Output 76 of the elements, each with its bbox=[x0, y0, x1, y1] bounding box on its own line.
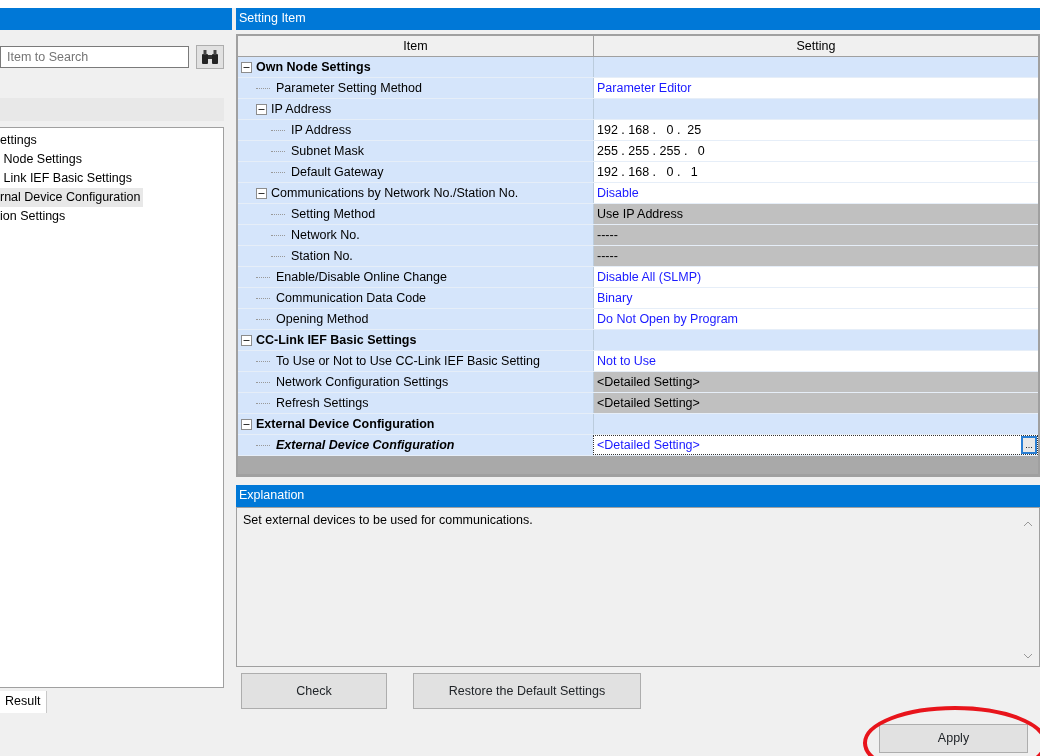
tree-item[interactable]: Node Settings bbox=[0, 150, 85, 169]
setting-value[interactable]: Binary bbox=[593, 288, 1038, 308]
apply-button[interactable]: Apply bbox=[879, 723, 1028, 753]
setting-value: <Detailed Setting> bbox=[593, 372, 1038, 392]
setting-row[interactable]: Network No. ----- bbox=[238, 225, 1038, 246]
item-label: Network Configuration Settings bbox=[276, 373, 449, 391]
item-label: Network No. bbox=[291, 226, 360, 244]
item-label: IP Address bbox=[271, 100, 332, 118]
item-label: Station No. bbox=[291, 247, 353, 265]
setting-row[interactable]: Communications by Network No./Station No. Disable bbox=[238, 183, 1038, 204]
collapse-icon[interactable] bbox=[241, 334, 252, 346]
explanation-text: Set external devices to be used for communications. bbox=[243, 512, 534, 529]
setting-value[interactable]: Not to Use bbox=[593, 351, 1038, 371]
item-label: External Device Configuration bbox=[256, 415, 435, 433]
collapse-icon[interactable] bbox=[256, 187, 267, 199]
binoculars-icon bbox=[201, 49, 219, 65]
setting-row[interactable]: IP Address bbox=[238, 99, 1038, 120]
setting-value[interactable]: <Detailed Setting> ... bbox=[593, 435, 1038, 455]
item-label: Own Node Settings bbox=[256, 58, 371, 76]
browse-button[interactable]: ... bbox=[1021, 436, 1037, 454]
panel-title: Setting Item bbox=[236, 8, 1040, 30]
panel-title: Explanation bbox=[236, 485, 1040, 507]
setting-row[interactable]: Network Configuration Settings <Detailed Setting> bbox=[238, 372, 1038, 393]
collapse-icon[interactable] bbox=[241, 418, 252, 430]
setting-row[interactable]: Default Gateway 192 . 168 . 0 . 1 bbox=[238, 162, 1038, 183]
setting-row[interactable]: Setting Method Use IP Address bbox=[238, 204, 1038, 225]
setting-row[interactable]: CC-Link IEF Basic Settings bbox=[238, 330, 1038, 351]
item-label: Parameter Setting Method bbox=[276, 79, 422, 97]
item-label: Communications by Network No./Station No. bbox=[271, 184, 519, 202]
setting-row[interactable]: Parameter Setting Method Parameter Editor bbox=[238, 78, 1038, 99]
setting-value[interactable]: Disable All (SLMP) bbox=[593, 267, 1038, 287]
setting-row[interactable]: Opening Method Do Not Open by Program bbox=[238, 309, 1038, 330]
item-label: Refresh Settings bbox=[276, 394, 369, 412]
item-label: Default Gateway bbox=[291, 163, 384, 181]
item-label: Subnet Mask bbox=[291, 142, 364, 160]
item-label: IP Address bbox=[291, 121, 352, 139]
setting-row[interactable]: Subnet Mask 255 . 255 . 255 . 0 bbox=[238, 141, 1038, 162]
setting-value: ----- bbox=[593, 246, 1038, 266]
setting-row[interactable]: Refresh Settings <Detailed Setting> bbox=[238, 393, 1038, 414]
tree-item[interactable]: Link IEF Basic Settings bbox=[0, 169, 135, 188]
collapse-icon[interactable] bbox=[241, 61, 252, 73]
setting-value[interactable]: Do Not Open by Program bbox=[593, 309, 1038, 329]
setting-row[interactable]: To Use or Not to Use CC-Link IEF Basic Setting Not to Use bbox=[238, 351, 1038, 372]
setting-value[interactable]: 192 . 168 . 0 . 1 bbox=[593, 162, 1038, 182]
column-header[interactable]: Setting bbox=[593, 36, 1038, 56]
search-field[interactable]: Item to Search bbox=[0, 46, 189, 68]
item-label: Communication Data Code bbox=[276, 289, 427, 307]
setting-value[interactable]: 192 . 168 . 0 . 25 bbox=[593, 120, 1038, 140]
item-label: To Use or Not to Use CC-Link IEF Basic Setting bbox=[276, 352, 540, 370]
setting-value[interactable]: 255 . 255 . 255 . 0 bbox=[593, 141, 1038, 161]
item-label: Opening Method bbox=[276, 310, 369, 328]
setting-row[interactable]: IP Address 192 . 168 . 0 . 25 bbox=[238, 120, 1038, 141]
tree-item[interactable]: ettings bbox=[0, 131, 40, 150]
setting-value[interactable]: Disable bbox=[593, 183, 1038, 203]
tree-item[interactable]: ion Settings bbox=[0, 207, 69, 226]
setting-value[interactable]: Parameter Editor bbox=[593, 78, 1038, 98]
action-button[interactable]: Restore the Default Settings bbox=[413, 673, 641, 709]
result-tab[interactable]: Result bbox=[0, 691, 48, 713]
setting-row[interactable]: Station No. ----- bbox=[238, 246, 1038, 267]
setting-row[interactable]: Enable/Disable Online Change Disable All (SLMP) bbox=[238, 267, 1038, 288]
column-header[interactable]: Item bbox=[238, 36, 593, 56]
tree-item[interactable]: rnal Device Configuration bbox=[0, 188, 144, 207]
item-label: CC-Link IEF Basic Settings bbox=[256, 331, 417, 349]
collapse-icon[interactable] bbox=[256, 103, 267, 115]
setting-row[interactable]: Communication Data Code Binary bbox=[238, 288, 1038, 309]
setting-value: ----- bbox=[593, 225, 1038, 245]
setting-row[interactable]: Own Node Settings bbox=[238, 57, 1038, 78]
setting-value: <Detailed Setting> bbox=[593, 393, 1038, 413]
item-label: Enable/Disable Online Change bbox=[276, 268, 447, 286]
setting-row[interactable]: External Device Configuration <Detailed Setting> ... bbox=[238, 435, 1038, 456]
setting-value: Use IP Address bbox=[593, 204, 1038, 224]
setting-row[interactable]: External Device Configuration bbox=[238, 414, 1038, 435]
action-button[interactable]: Check bbox=[241, 673, 387, 709]
search-button[interactable] bbox=[196, 45, 224, 69]
item-label: Setting Method bbox=[291, 205, 376, 223]
item-label: External Device Configuration bbox=[276, 436, 455, 454]
